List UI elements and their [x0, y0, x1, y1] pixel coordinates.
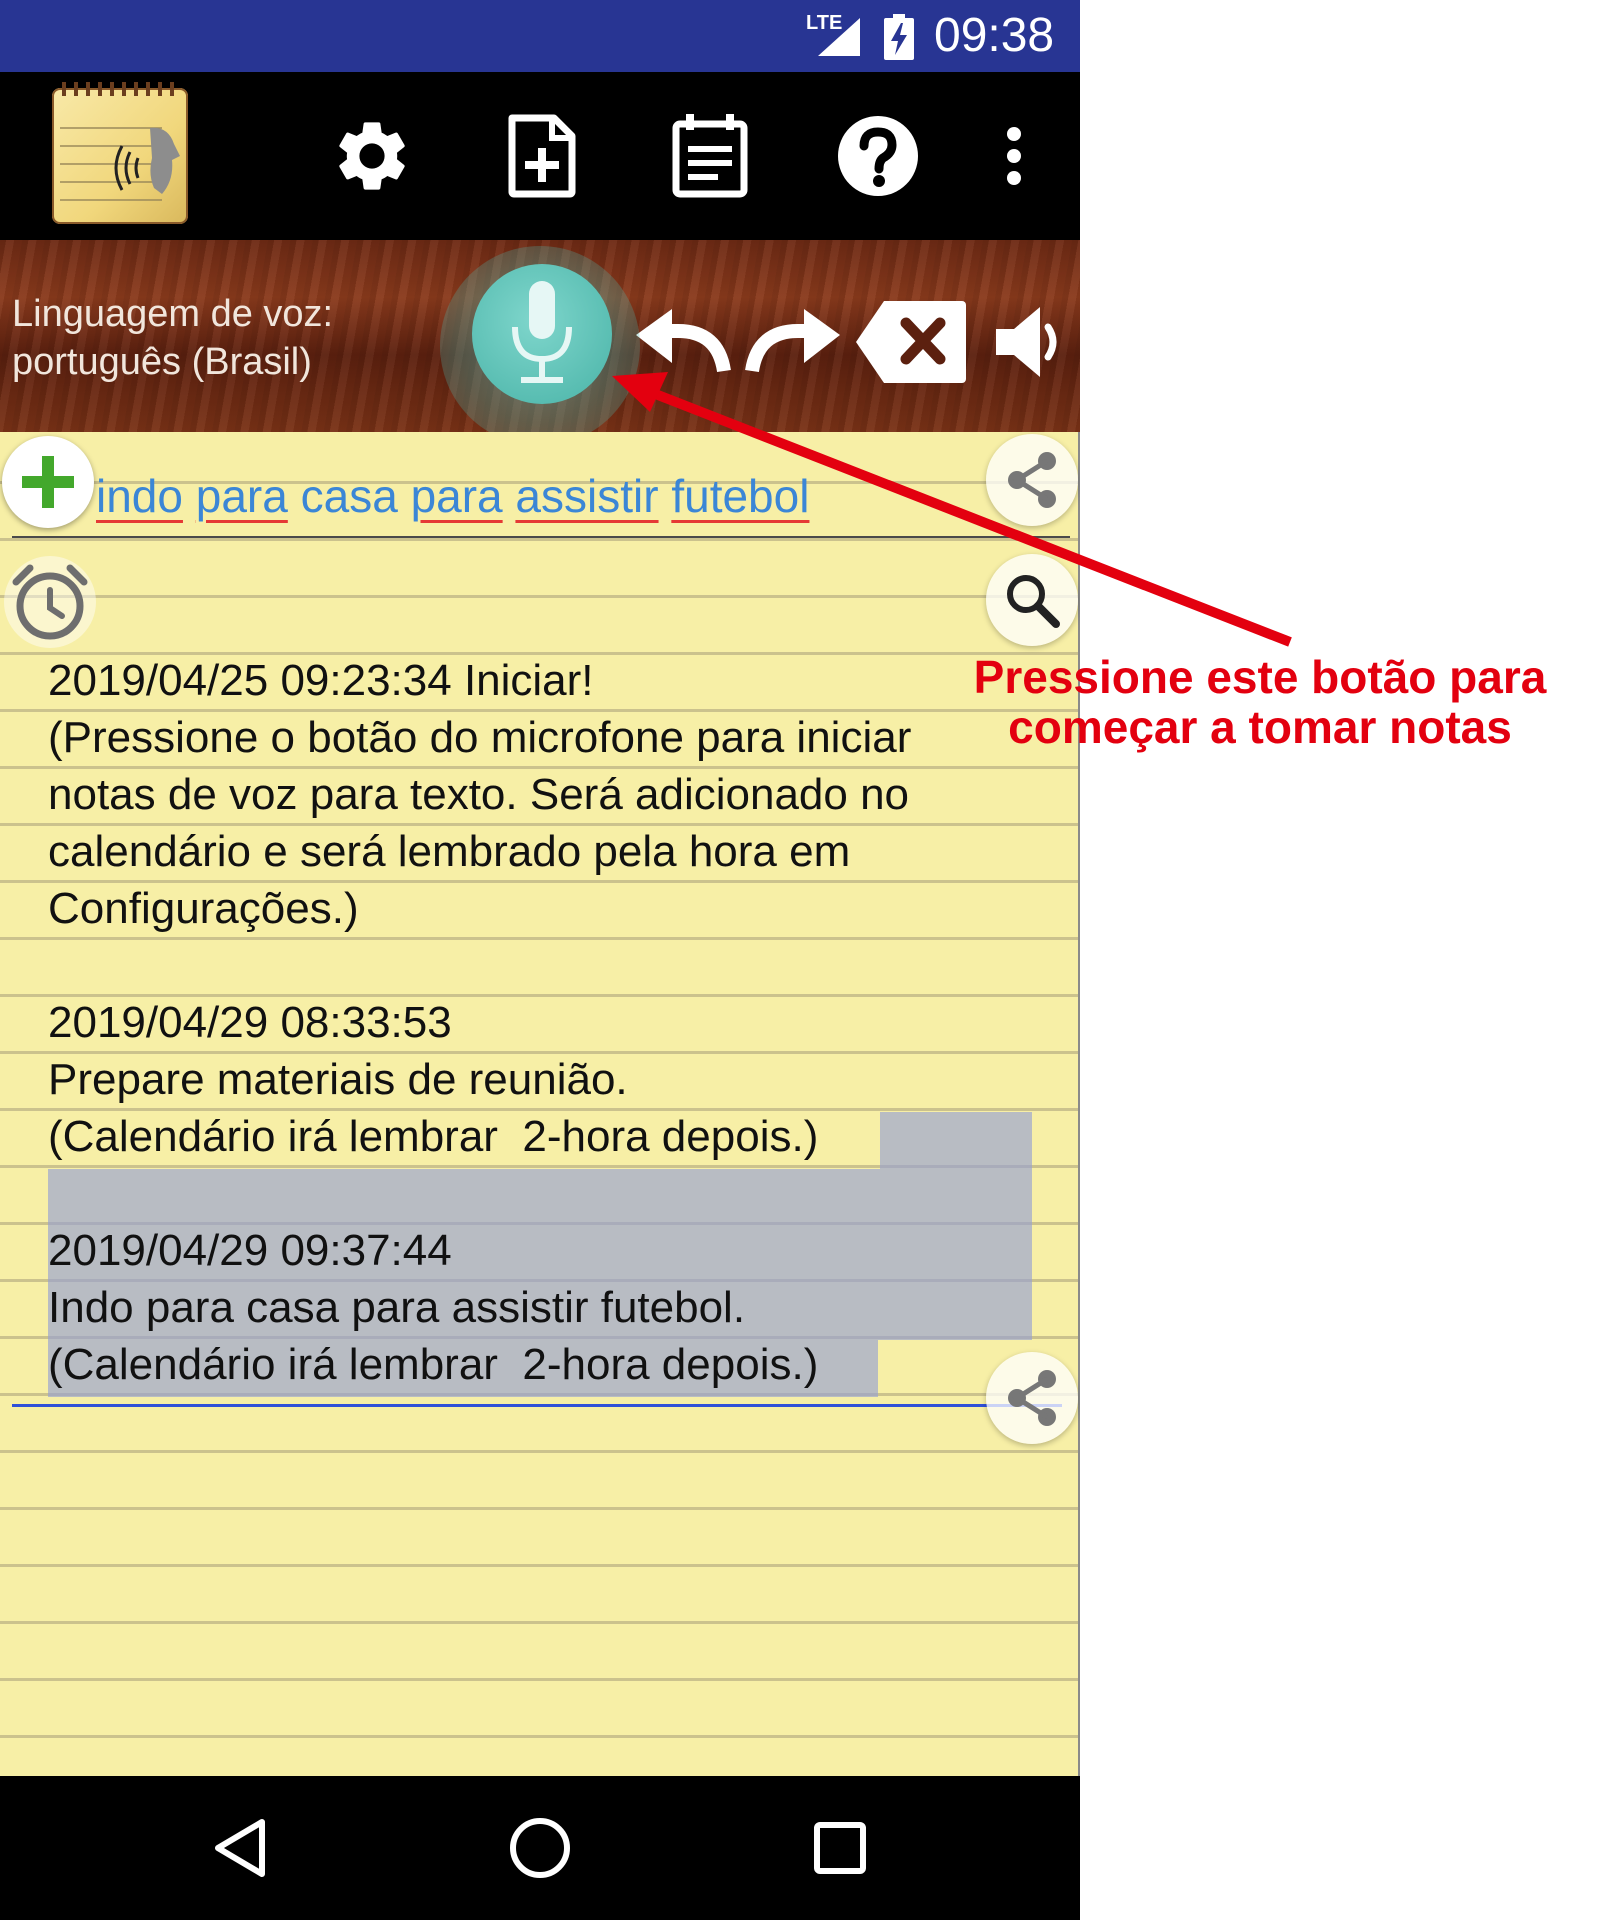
- share-note-button[interactable]: [986, 1352, 1078, 1444]
- back-button[interactable]: [204, 1812, 276, 1884]
- speaker-icon: [996, 307, 1057, 377]
- share-icon: [1008, 1370, 1056, 1426]
- share-title-button[interactable]: [986, 434, 1078, 526]
- entry-line: Indo para casa para assistir futebol.: [48, 1283, 746, 1332]
- title-word: casa: [300, 470, 398, 522]
- settings-button[interactable]: [324, 108, 420, 204]
- annotation-line-2: começar a tomar notas: [1008, 701, 1512, 753]
- home-circle-icon: [510, 1818, 570, 1878]
- plus-icon: [22, 456, 74, 508]
- app-logo[interactable]: [52, 82, 188, 224]
- gear-icon: [339, 122, 405, 190]
- redo-icon: [745, 309, 840, 373]
- search-button[interactable]: [986, 554, 1078, 646]
- clock: 09:38: [934, 9, 1055, 62]
- mic-icon: [512, 281, 572, 383]
- note-title-input[interactable]: indo para casa para assistir futebol: [96, 466, 809, 526]
- recents-button[interactable]: [804, 1812, 876, 1884]
- voice-language-value: português (Brasil): [12, 341, 312, 383]
- app-toolbar: [0, 72, 1080, 240]
- entry-timestamp: 2019/04/25 09:23:34 Iniciar!: [48, 656, 594, 705]
- battery-charging-icon: [884, 14, 914, 60]
- annotation-callout: Pressione este botão para começar a toma…: [920, 652, 1600, 752]
- entry-line: (Calendário irá lembrar 2-hora depois.): [48, 1112, 819, 1161]
- signal-icon: [818, 18, 860, 56]
- recents-square-icon: [814, 1822, 866, 1874]
- entry-line: (Pressione o botão do microfone para ini…: [48, 713, 912, 762]
- undo-button[interactable]: [632, 292, 732, 392]
- undo-icon: [636, 309, 731, 373]
- alarm-clock-icon: [12, 564, 88, 640]
- title-word: assistir: [515, 470, 659, 522]
- home-button[interactable]: [504, 1812, 576, 1884]
- spiral-rings: [62, 82, 178, 96]
- new-note-button[interactable]: [494, 108, 590, 204]
- backspace-button[interactable]: [852, 292, 970, 392]
- status-bar: LTE 09:38: [0, 0, 1080, 72]
- text-cursor-line: [12, 1404, 1062, 1407]
- share-icon: [1008, 452, 1056, 508]
- notes-list-button[interactable]: [662, 108, 758, 204]
- search-icon: [1007, 575, 1060, 628]
- annotation-line-1: Pressione este botão para: [973, 651, 1547, 703]
- title-word: indo: [96, 470, 183, 522]
- add-note-button[interactable]: [2, 436, 94, 528]
- notes-list-icon: [672, 114, 748, 198]
- system-nav-bar: [0, 1776, 1080, 1920]
- entry-timestamp: 2019/04/29 09:37:44: [48, 1226, 452, 1275]
- speaker-button[interactable]: [984, 292, 1074, 392]
- title-word: para: [195, 470, 288, 522]
- new-document-icon: [508, 114, 576, 198]
- note-body-text[interactable]: 2019/04/25 09:23:34 Iniciar! (Pressione …: [48, 652, 1008, 1393]
- help-button[interactable]: [830, 108, 926, 204]
- phone-screen: LTE 09:38 Linguagem de voz: português (B…: [0, 0, 1080, 1920]
- voice-language-label: Linguagem de voz:: [12, 293, 334, 335]
- backspace-icon: [856, 301, 966, 383]
- help-icon: [838, 116, 918, 196]
- voice-notes-logo-icon: [60, 127, 180, 201]
- entry-line: (Calendário irá lembrar 2-hora depois.): [48, 1340, 819, 1389]
- microphone-button[interactable]: [472, 264, 612, 404]
- title-word: futebol: [671, 470, 810, 522]
- title-word: para: [410, 470, 503, 522]
- overflow-menu-button[interactable]: [966, 108, 1062, 204]
- entry-timestamp: 2019/04/29 08:33:53: [48, 998, 452, 1047]
- back-triangle-icon: [215, 1819, 265, 1877]
- more-vert-icon: [1007, 127, 1021, 185]
- redo-button[interactable]: [744, 292, 844, 392]
- entry-line: Prepare materiais de reunião.: [48, 1055, 628, 1104]
- entry-line: Configurações.): [48, 884, 359, 933]
- entry-line: calendário e será lembrado pela hora em: [48, 827, 851, 876]
- voice-language[interactable]: Linguagem de voz: português (Brasil): [12, 290, 333, 386]
- reminder-button[interactable]: [4, 556, 96, 648]
- entry-line: notas de voz para texto. Será adicionado…: [48, 770, 910, 819]
